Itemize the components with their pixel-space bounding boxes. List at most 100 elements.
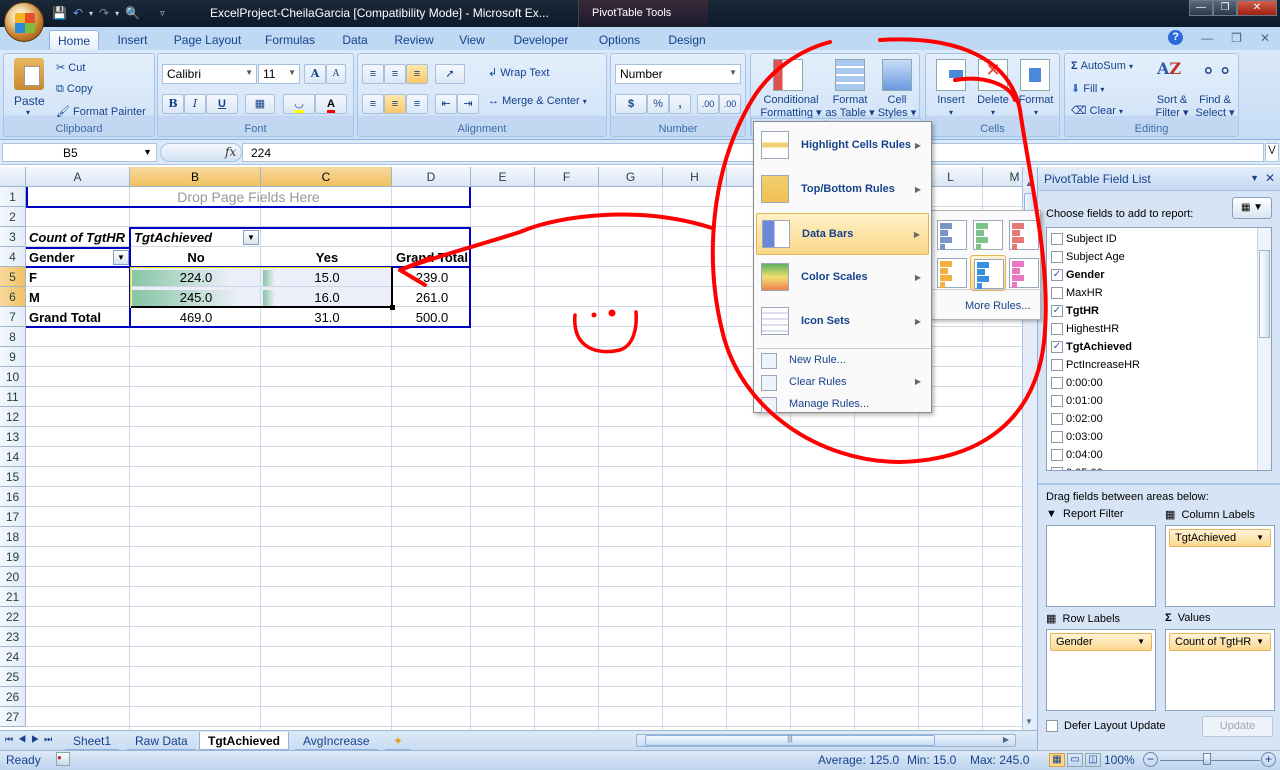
more-rules-link[interactable]: More Rules... <box>965 300 1030 312</box>
cf-menu-item-data-bars[interactable]: Data Bars ▶ <box>756 213 929 255</box>
unchecked-checkbox[interactable] <box>1051 287 1063 299</box>
tab-home[interactable]: Home <box>49 30 99 50</box>
chevron-down-icon[interactable]: ▼ <box>1256 637 1264 646</box>
normal-view-button[interactable]: ▦ <box>1049 753 1065 767</box>
grow-font-button[interactable]: A <box>304 64 326 84</box>
data-bar-swatch[interactable] <box>970 217 1006 253</box>
page-layout-view-button[interactable]: ▭ <box>1067 753 1083 767</box>
shrink-font-button[interactable]: A <box>326 64 346 84</box>
chevron-down-icon[interactable]: ▼ <box>1256 533 1264 542</box>
field-item[interactable]: 0:04:00 <box>1051 446 1103 464</box>
tab-view[interactable]: View <box>452 30 492 50</box>
pane-options-icon[interactable]: ▼ <box>1250 173 1259 183</box>
sheet-tab-sheet1[interactable]: Sheet1 <box>65 732 120 750</box>
row-header-4[interactable]: 4 <box>0 247 26 267</box>
unchecked-checkbox[interactable] <box>1051 395 1063 407</box>
row-header-16[interactable]: 16 <box>0 487 26 507</box>
font-color-button[interactable]: A <box>315 94 347 114</box>
field-item[interactable]: 0:00:00 <box>1051 374 1103 392</box>
tab-formulas[interactable]: Formulas <box>260 30 320 50</box>
number-format-select[interactable]: Number ▼ <box>615 64 741 84</box>
drop-page-fields-area[interactable]: Drop Page Fields Here <box>26 187 471 208</box>
field-item[interactable]: 0:03:00 <box>1051 428 1103 446</box>
field-list-scrollbar[interactable] <box>1257 228 1271 470</box>
row-header-2[interactable]: 2 <box>0 207 26 227</box>
row-header-27[interactable]: 27 <box>0 707 26 727</box>
help-icon[interactable]: ? <box>1168 30 1184 45</box>
row-header-6[interactable]: 6 <box>0 287 26 307</box>
font-name-select[interactable]: Calibri ▼ <box>162 64 257 84</box>
unchecked-checkbox[interactable] <box>1051 467 1063 470</box>
data-bar-swatch[interactable] <box>1006 255 1042 291</box>
field-item[interactable]: Subject ID <box>1051 230 1117 248</box>
sheet-tab-avgincrease[interactable]: AvgIncrease <box>295 732 378 750</box>
data-bar-swatch[interactable] <box>934 255 970 291</box>
minimize-button[interactable]: — <box>1189 0 1213 16</box>
scroll-right-icon[interactable]: ▶ <box>1003 735 1009 744</box>
restore-button[interactable]: ❐ <box>1213 0 1237 16</box>
font-size-select[interactable]: 11 ▼ <box>258 64 300 84</box>
row-labels-item[interactable]: Gender ▼ <box>1050 633 1152 651</box>
row-header-20[interactable]: 20 <box>0 567 26 587</box>
column-header-d[interactable]: D <box>392 167 471 187</box>
bold-button[interactable]: B <box>162 94 184 114</box>
undo-dropdown-icon[interactable]: ▾ <box>89 9 93 18</box>
clear-button[interactable]: ⌫ Clear ▾ <box>1071 104 1123 117</box>
name-box[interactable]: B5 ▼ <box>2 143 157 162</box>
format-painter-button[interactable]: 🖌 Format Painter <box>56 105 146 118</box>
column-header-h[interactable]: H <box>663 167 727 187</box>
row-header-15[interactable]: 15 <box>0 467 26 487</box>
row-field-filter-button[interactable]: ▼ <box>113 250 129 265</box>
field-item[interactable]: HighestHR <box>1051 320 1119 338</box>
unchecked-checkbox[interactable] <box>1051 323 1063 335</box>
pane-splitter[interactable] <box>1038 483 1280 485</box>
copy-button[interactable]: ⧉ Copy <box>56 83 93 96</box>
field-item[interactable]: Subject Age <box>1051 248 1125 266</box>
increase-decimal-button[interactable]: .00 <box>697 94 719 114</box>
cell-b6[interactable]: 245.0 <box>131 288 261 308</box>
tab-review[interactable]: Review <box>390 30 438 50</box>
redo-dropdown-icon[interactable]: ▾ <box>115 9 119 18</box>
paste-dropdown-icon[interactable]: ▾ <box>26 108 30 117</box>
row-header-7[interactable]: 7 <box>0 307 26 327</box>
horizontal-scrollbar[interactable]: ||| ▶ <box>636 734 1016 747</box>
cell-d7[interactable]: 500.0 <box>393 308 471 328</box>
row-header-5[interactable]: 5 <box>0 267 26 287</box>
column-header-c[interactable]: C <box>261 167 392 187</box>
unchecked-checkbox[interactable] <box>1051 251 1063 263</box>
office-button[interactable] <box>4 2 44 42</box>
conditional-formatting-button[interactable]: Conditional Formatting ▾ <box>756 94 826 120</box>
format-button[interactable]: Format ▾ <box>1014 94 1058 118</box>
print-preview-icon[interactable]: 🔍 <box>125 6 140 20</box>
autosum-button[interactable]: Σ AutoSum ▾ <box>1071 60 1133 72</box>
cell-c7[interactable]: 31.0 <box>262 308 392 328</box>
row-header-26[interactable]: 26 <box>0 687 26 707</box>
field-item[interactable]: ✓ TgtAchieved <box>1051 338 1132 356</box>
merge-center-button[interactable]: ↔ Merge & Center ▾ <box>488 95 587 107</box>
unchecked-checkbox[interactable] <box>1051 233 1063 245</box>
column-header-m[interactable]: M <box>983 167 1022 187</box>
zoom-in-button[interactable]: + <box>1261 752 1276 767</box>
field-item[interactable]: 0:01:00 <box>1051 392 1103 410</box>
delete-button[interactable]: Delete ▾ <box>972 94 1014 118</box>
cell-styles-button[interactable]: Cell Styles ▾ <box>875 94 919 120</box>
row-header-11[interactable]: 11 <box>0 387 26 407</box>
cell-d5[interactable]: 239.0 <box>393 268 471 288</box>
column-header-f[interactable]: F <box>535 167 599 187</box>
row-header-25[interactable]: 25 <box>0 667 26 687</box>
row-header-22[interactable]: 22 <box>0 607 26 627</box>
expand-formula-bar-button[interactable]: ⋁ <box>1265 143 1279 162</box>
cf-menu-item-top-bottom-rules[interactable]: Top/Bottom Rules ▶ <box>756 169 929 211</box>
row-header-13[interactable]: 13 <box>0 427 26 447</box>
update-button[interactable]: Update <box>1202 716 1273 737</box>
report-filter-area[interactable] <box>1046 525 1156 607</box>
chevron-down-icon[interactable]: ▼ <box>143 147 152 157</box>
align-center-button[interactable]: ≡ <box>384 94 406 114</box>
cell-b7[interactable]: 469.0 <box>131 308 261 328</box>
cell-c6[interactable]: 16.0 <box>262 288 392 308</box>
field-list-scroll-thumb[interactable] <box>1259 250 1270 338</box>
scroll-down-icon[interactable]: ▼ <box>1025 717 1033 726</box>
comma-button[interactable]: , <box>669 94 691 114</box>
checked-checkbox[interactable]: ✓ <box>1051 269 1063 281</box>
align-right-button[interactable]: ≡ <box>406 94 428 114</box>
